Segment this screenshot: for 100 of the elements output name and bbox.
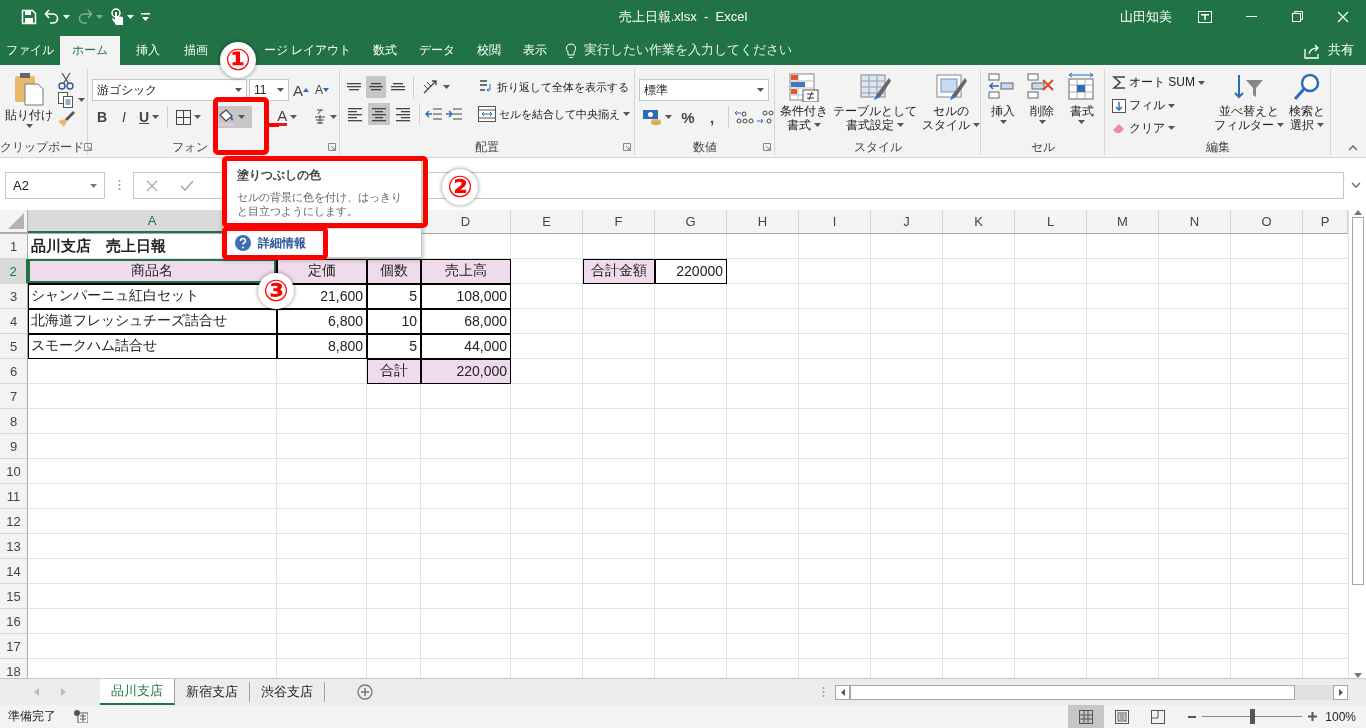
italic-button[interactable]: I — [114, 106, 134, 128]
dialog-launcher-icon[interactable] — [328, 143, 336, 151]
undo-icon[interactable] — [44, 9, 60, 24]
align-middle-button[interactable] — [366, 76, 386, 98]
insert-cells-button[interactable]: 挿入 — [986, 69, 1021, 139]
autosum-button[interactable]: オート SUM — [1109, 72, 1210, 94]
zoom-out-icon[interactable] — [1188, 715, 1197, 718]
decrease-indent-icon[interactable] — [425, 106, 443, 122]
copy-icon[interactable] — [57, 91, 75, 109]
column-header[interactable]: K — [943, 210, 1015, 233]
grow-font-button[interactable]: A — [291, 79, 311, 101]
macro-record-icon[interactable] — [74, 710, 88, 723]
format-cells-button[interactable]: 書式 — [1064, 69, 1099, 139]
scroll-left-icon[interactable] — [840, 688, 845, 696]
align-center-button[interactable] — [368, 103, 390, 125]
row-header[interactable]: 8 — [0, 409, 28, 434]
dialog-launcher-icon[interactable] — [623, 143, 631, 151]
find-select-button[interactable]: 検索と 選択 — [1288, 69, 1326, 139]
cell-style-button[interactable]: セルの スタイル — [921, 69, 981, 139]
scroll-right-icon[interactable] — [1338, 688, 1343, 696]
row-header[interactable]: 5 — [0, 334, 28, 359]
increase-indent-icon[interactable] — [445, 106, 463, 122]
column-header[interactable]: N — [1159, 210, 1231, 233]
zoom-level[interactable]: 100% — [1325, 709, 1356, 724]
fill-button[interactable]: フィル — [1109, 94, 1210, 117]
row-header[interactable]: 14 — [0, 559, 28, 584]
menu-tab[interactable]: データ — [413, 36, 462, 65]
normal-view-button[interactable] — [1068, 705, 1105, 728]
dialog-launcher-icon[interactable] — [84, 143, 92, 151]
collapse-ribbon-icon[interactable] — [1348, 145, 1358, 151]
menu-tab[interactable]: 描画 — [178, 36, 214, 65]
row-header[interactable]: 12 — [0, 509, 28, 534]
increase-decimal-icon[interactable] — [734, 109, 754, 125]
row-header[interactable]: 10 — [0, 459, 28, 484]
row-header[interactable]: 16 — [0, 609, 28, 634]
bold-button[interactable]: B — [92, 106, 112, 128]
column-header[interactable]: G — [655, 210, 727, 233]
decrease-decimal-icon[interactable] — [756, 109, 776, 125]
sheet-tab[interactable]: 品川支店 — [100, 679, 175, 705]
column-header[interactable]: M — [1087, 210, 1159, 233]
row-header[interactable]: 15 — [0, 584, 28, 609]
row-header[interactable]: 9 — [0, 434, 28, 459]
row-header[interactable]: 2 — [0, 259, 28, 284]
expand-icon[interactable] — [1351, 182, 1361, 188]
dialog-launcher-icon[interactable] — [763, 143, 771, 151]
row-header[interactable]: 7 — [0, 384, 28, 409]
menu-tab[interactable]: 挿入 — [130, 36, 166, 65]
underline-button[interactable]: U — [136, 106, 163, 128]
row-header[interactable]: 13 — [0, 534, 28, 559]
column-header[interactable]: F — [583, 210, 655, 233]
scrollbar-thumb[interactable] — [1351, 217, 1364, 585]
share-button[interactable]: 共有 — [1304, 36, 1366, 65]
table-format-button[interactable]: テーブルとして 書式設定 — [832, 69, 918, 139]
tooltip-link[interactable]: 詳細情報 — [258, 234, 306, 252]
merge-center-button[interactable]: セルを結合して中央揃え — [475, 103, 633, 125]
font-size-field[interactable]: 11 — [249, 79, 289, 101]
comma-button[interactable]: , — [701, 106, 723, 128]
column-header[interactable]: L — [1015, 210, 1087, 233]
shrink-font-button[interactable]: A — [313, 79, 332, 101]
clear-button[interactable]: クリア — [1109, 117, 1210, 139]
scroll-up-icon[interactable] — [1353, 210, 1362, 215]
sheet-tab[interactable]: 新宿支店 — [175, 682, 250, 702]
row-header[interactable]: 6 — [0, 359, 28, 384]
row-header[interactable]: 3 — [0, 284, 28, 309]
column-header[interactable]: H — [727, 210, 799, 233]
zoom-in-icon[interactable] — [1308, 712, 1318, 721]
sheet-tab[interactable]: 渋谷支店 — [250, 682, 325, 702]
row-header[interactable]: 1 — [0, 234, 28, 259]
number-format-field[interactable]: 標準 — [639, 79, 769, 101]
brush-icon[interactable] — [57, 110, 75, 128]
conditional-format-button[interactable]: 条件付き 書式 — [779, 69, 829, 139]
row-header[interactable]: 18 — [0, 659, 28, 678]
percent-button[interactable]: % — [677, 106, 699, 128]
menu-tab[interactable]: 数式 — [367, 36, 404, 65]
paste-button[interactable]: 貼り付け — [4, 69, 54, 139]
font-name-field[interactable]: 游ゴシック — [92, 79, 247, 101]
scissors-icon[interactable] — [57, 72, 75, 90]
row-header[interactable]: 11 — [0, 484, 28, 509]
tell-me-search[interactable]: 実行したい作業を入力してください — [565, 36, 793, 65]
save-icon[interactable] — [21, 8, 37, 25]
customize-icon[interactable] — [141, 12, 150, 21]
column-header[interactable]: J — [871, 210, 943, 233]
row-header[interactable]: 17 — [0, 634, 28, 659]
column-header[interactable]: E — [511, 210, 583, 233]
wrap-text-button[interactable]: 折り返して全体を表示する — [475, 76, 633, 98]
row-header[interactable]: 4 — [0, 309, 28, 334]
zoom-slider-thumb[interactable] — [1250, 709, 1256, 724]
menu-tab[interactable]: ージ レイアウト — [258, 36, 358, 65]
column-header[interactable]: I — [799, 210, 871, 233]
delete-cells-button[interactable]: 削除 — [1025, 69, 1060, 139]
name-box[interactable]: A2 — [5, 172, 105, 199]
menu-tab[interactable]: 校閲 — [471, 36, 508, 65]
touch-mode-icon[interactable] — [110, 7, 124, 26]
add-sheet-icon[interactable] — [357, 684, 373, 700]
sort-filter-button[interactable]: 並べ替えと フィルター — [1213, 69, 1285, 139]
menu-tab[interactable]: 表示 — [517, 36, 554, 65]
menu-tab[interactable]: ファイル — [0, 36, 60, 65]
scrollbar-thumb[interactable] — [850, 684, 1295, 700]
menu-tab[interactable]: ホーム — [60, 36, 120, 65]
column-header[interactable]: O — [1231, 210, 1303, 233]
